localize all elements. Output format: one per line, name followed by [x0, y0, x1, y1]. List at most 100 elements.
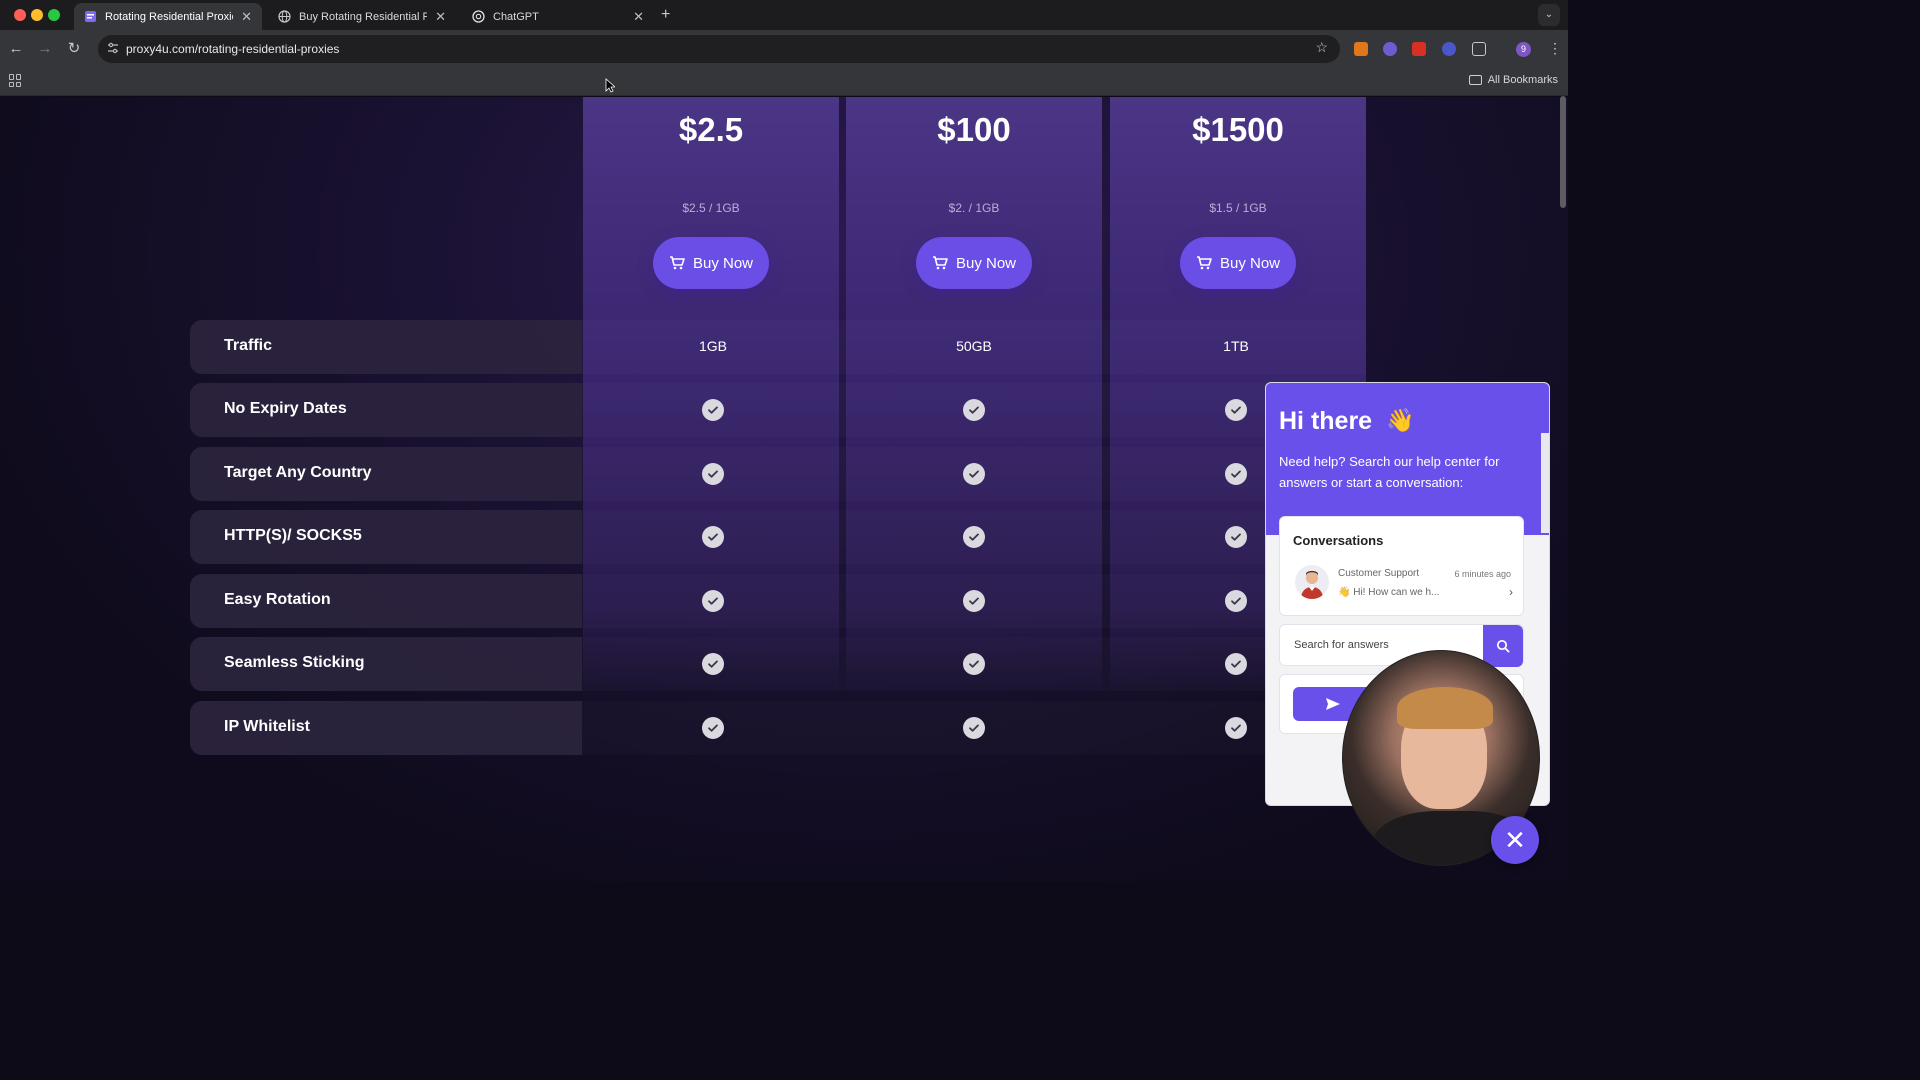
agent-name: Customer Support	[1338, 568, 1420, 579]
extensions-puzzle-icon[interactable]	[1472, 42, 1486, 56]
check-icon	[702, 590, 724, 612]
feature-label-cell: Seamless Sticking	[190, 637, 582, 691]
chat-header: Hi there 👋 Need help? Search our help ce…	[1266, 383, 1549, 535]
check-icon	[963, 717, 985, 739]
new-tab-button[interactable]: +	[661, 6, 670, 24]
check-icon	[963, 653, 985, 675]
feature-row: HTTP(S)/ SOCKS5	[190, 510, 1366, 564]
buy-now-button[interactable]: Buy Now	[1180, 237, 1296, 289]
buy-now-button[interactable]: Buy Now	[916, 237, 1032, 289]
feature-row: Traffic 1GB 50GB 1TB	[190, 320, 1366, 374]
feature-label: No Expiry Dates	[224, 400, 347, 417]
browser-titlebar: Rotating Residential Proxies ✕ Buy Rotat…	[0, 0, 1568, 30]
search-placeholder: Search for answers	[1294, 639, 1389, 651]
tab-chatgpt[interactable]: ChatGPT ✕	[462, 3, 654, 30]
buy-now-label: Buy Now	[1219, 254, 1281, 272]
back-button[interactable]: ←	[6, 39, 26, 59]
minimize-window-button[interactable]	[31, 9, 43, 21]
tab-close-icon[interactable]: ✕	[435, 9, 446, 25]
feature-label: Seamless Sticking	[224, 654, 365, 671]
plan-unit-price: $2. / 1GB	[948, 201, 1000, 215]
all-bookmarks-label: All Bookmarks	[1487, 74, 1558, 86]
message-preview: 👋 Hi! How can we h...	[1338, 587, 1440, 598]
cart-icon	[932, 256, 948, 270]
settings-extension-icon[interactable]	[1442, 42, 1456, 56]
extension-icon[interactable]	[1383, 42, 1397, 56]
chat-scrollbar[interactable]	[1541, 433, 1549, 533]
page-viewport: $2.5 $2.5 / 1GB Buy Now $100 $2. / 1GB B…	[0, 97, 1568, 882]
close-window-button[interactable]	[14, 9, 26, 21]
tab-label: ChatGPT	[493, 10, 539, 23]
feature-value: 1GB	[698, 338, 727, 354]
feature-row: Target Any Country	[190, 447, 1366, 501]
check-icon	[1225, 590, 1247, 612]
plan-price: $100	[937, 111, 1011, 148]
send-icon	[1326, 698, 1340, 710]
forward-button[interactable]: →	[35, 39, 55, 59]
tab-rotating-residential-proxies[interactable]: Rotating Residential Proxies ✕	[74, 3, 262, 30]
buy-now-label: Buy Now	[955, 254, 1017, 272]
close-icon: ✕	[1504, 824, 1526, 855]
check-icon	[1225, 463, 1247, 485]
maximize-window-button[interactable]	[48, 9, 60, 21]
chatgpt-icon	[472, 10, 485, 23]
close-chat-button[interactable]: ✕	[1491, 816, 1539, 864]
browser-menu-icon[interactable]: ⋮	[1548, 40, 1562, 57]
feature-label: Traffic	[224, 337, 273, 354]
feature-row: IP Whitelist	[190, 701, 1366, 755]
feature-label-cell: IP Whitelist	[190, 701, 582, 755]
feature-label-cell: Easy Rotation	[190, 574, 582, 628]
check-icon	[702, 463, 724, 485]
check-icon	[963, 526, 985, 548]
feature-label-cell: No Expiry Dates	[190, 383, 582, 437]
cart-icon	[1196, 256, 1212, 270]
check-icon	[1225, 717, 1247, 739]
search-icon	[1496, 639, 1510, 653]
chat-greeting: Hi there	[1279, 407, 1373, 435]
feature-row: Seamless Sticking	[190, 637, 1366, 691]
buy-now-button[interactable]: Buy Now	[653, 237, 769, 289]
webcam-person-hair	[1397, 687, 1493, 729]
plan-unit-price: $2.5 / 1GB	[682, 201, 740, 215]
feature-row: No Expiry Dates	[190, 383, 1366, 437]
buy-now-label: Buy Now	[692, 254, 754, 272]
tab-label: Buy Rotating Residential Prox	[299, 10, 428, 23]
chat-subtitle: Need help? Search our help center for an…	[1279, 454, 1500, 490]
feature-label: IP Whitelist	[224, 718, 310, 735]
bookmark-star-icon[interactable]: ☆	[1315, 39, 1328, 56]
apps-grid-icon[interactable]	[9, 74, 22, 87]
conversations-title: Conversations	[1293, 533, 1384, 548]
tab-label: Rotating Residential Proxies	[105, 10, 234, 23]
feature-label-cell: HTTP(S)/ SOCKS5	[190, 510, 582, 564]
tab-close-icon[interactable]: ✕	[241, 9, 252, 25]
check-icon	[963, 590, 985, 612]
all-bookmarks-button[interactable]: All Bookmarks	[1468, 74, 1558, 86]
address-bar[interactable]: proxy4u.com/rotating-residential-proxies…	[98, 35, 1340, 63]
plan-price: $1500	[1192, 111, 1284, 148]
feature-label: Easy Rotation	[224, 591, 331, 608]
feature-label-cell: Traffic	[190, 320, 582, 374]
check-icon	[963, 463, 985, 485]
plan-price: $2.5	[678, 111, 744, 148]
folder-icon	[1468, 75, 1482, 85]
browser-toolbar: ← → ↻ proxy4u.com/rotating-residential-p…	[0, 30, 1568, 68]
reload-button[interactable]: ↻	[64, 39, 84, 59]
check-icon	[702, 653, 724, 675]
tab-close-icon[interactable]: ✕	[633, 9, 644, 25]
check-icon	[702, 717, 724, 739]
search-button[interactable]	[1483, 625, 1523, 667]
page-scrollbar[interactable]	[1560, 96, 1566, 208]
check-icon	[963, 399, 985, 421]
site-settings-icon[interactable]	[106, 41, 122, 57]
profile-avatar[interactable]: 9	[1516, 42, 1531, 57]
tab-buy-rotating-residential-proxies[interactable]: Buy Rotating Residential Prox ✕	[268, 3, 456, 30]
check-icon	[702, 399, 724, 421]
globe-icon	[278, 10, 291, 23]
url-text: proxy4u.com/rotating-residential-proxies	[126, 42, 340, 56]
page-icon	[84, 10, 97, 23]
tab-search-button[interactable]: ⌄	[1538, 4, 1560, 26]
message-time: 6 minutes ago	[1454, 569, 1511, 579]
metamask-extension-icon[interactable]	[1354, 42, 1368, 56]
check-icon	[1225, 399, 1247, 421]
extension-badge-icon[interactable]	[1412, 42, 1426, 56]
